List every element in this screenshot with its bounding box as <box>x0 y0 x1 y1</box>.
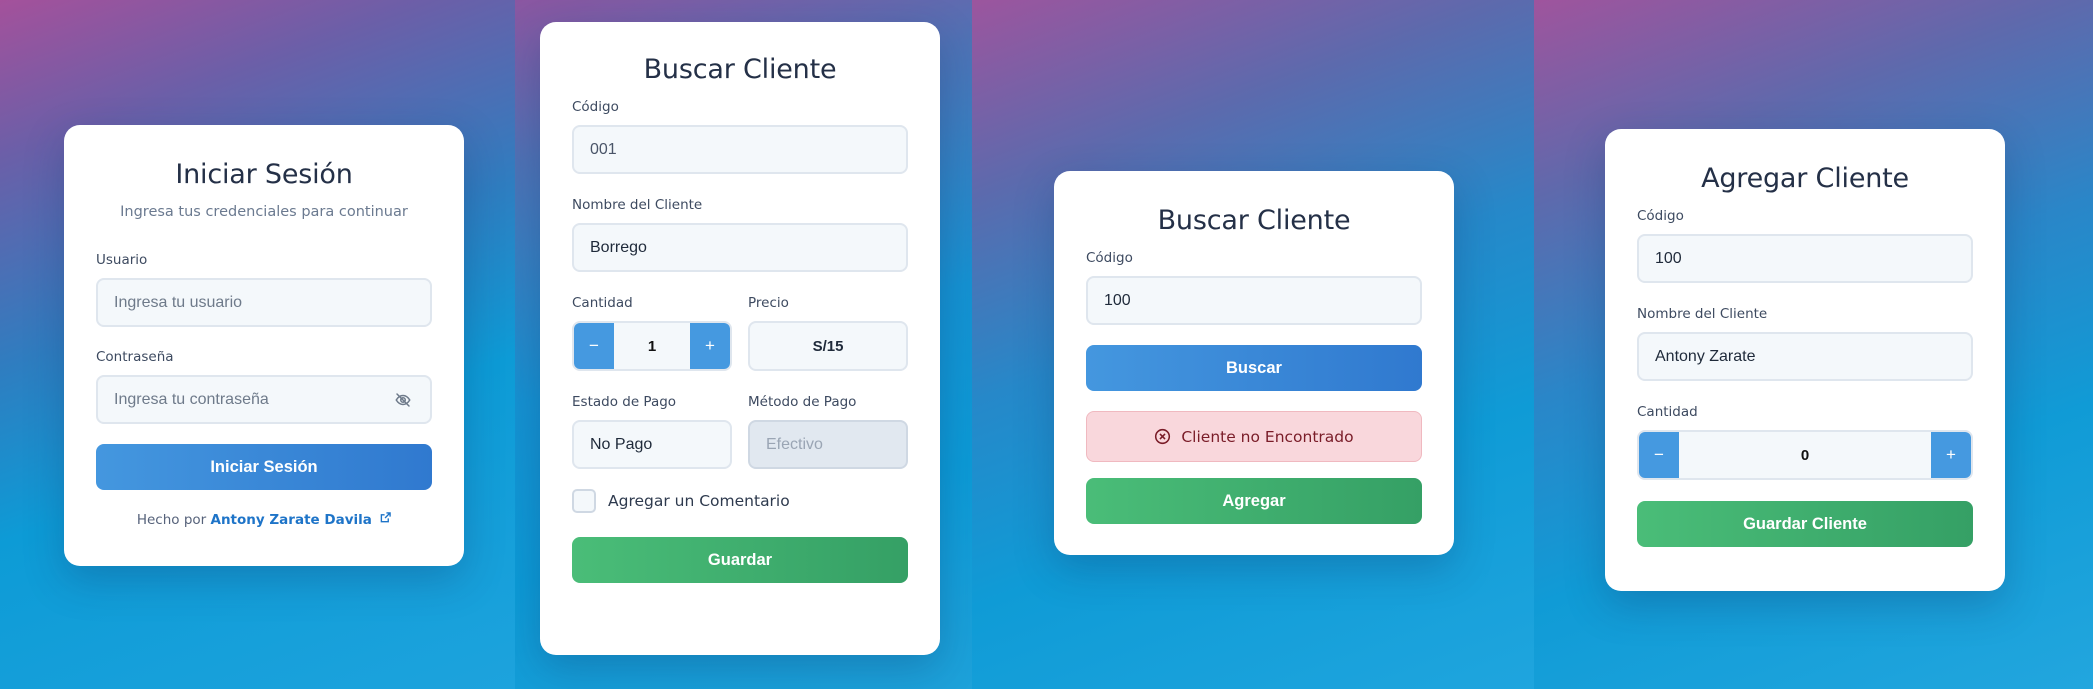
login-subtitle: Ingresa tus credenciales para continuar <box>120 204 408 220</box>
name-label: Nombre del Cliente <box>1637 306 1768 322</box>
login-card: Iniciar Sesión Ingresa tus credenciales … <box>64 125 464 566</box>
search-button[interactable]: Buscar <box>1086 345 1422 391</box>
search-result-card: Buscar Cliente Código 100 Buscar Cliente… <box>1054 171 1454 555</box>
search-edit-panel: Buscar Cliente Código 001 Nombre del Cli… <box>515 0 972 689</box>
quantity-stepper: − 0 + <box>1637 430 1973 480</box>
comment-row: Agregar un Comentario <box>572 489 908 513</box>
quantity-value[interactable]: 0 <box>1679 432 1931 478</box>
footer-prefix: Hecho por <box>136 512 207 528</box>
password-input[interactable]: Ingresa tu contraseña <box>96 375 432 424</box>
pay-method-group: Método de Pago Efectivo <box>748 394 908 469</box>
name-label: Nombre del Cliente <box>572 197 703 213</box>
code-input[interactable]: 100 <box>1637 234 1973 283</box>
price-label: Precio <box>748 295 789 311</box>
quantity-value[interactable]: 1 <box>614 323 690 369</box>
not-found-alert: Cliente no Encontrado <box>1086 411 1422 462</box>
page-title: Buscar Cliente <box>643 54 837 85</box>
code-label: Código <box>572 99 619 115</box>
qty-label: Cantidad <box>1637 404 1698 420</box>
password-placeholder: Ingresa tu contraseña <box>114 390 269 408</box>
login-button[interactable]: Iniciar Sesión <box>96 444 432 490</box>
increment-button[interactable]: + <box>1931 432 1971 478</box>
decrement-button[interactable]: − <box>574 323 614 369</box>
alert-text: Cliente no Encontrado <box>1181 427 1354 446</box>
price-group: Precio S/15 <box>748 295 908 371</box>
qty-price-row: Cantidad − 1 + Precio S/15 <box>572 295 908 371</box>
password-label: Contraseña <box>96 349 174 365</box>
quantity-stepper: − 1 + <box>572 321 732 371</box>
decrement-button[interactable]: − <box>1639 432 1679 478</box>
page-title: Agregar Cliente <box>1701 163 1909 194</box>
login-panel: Iniciar Sesión Ingresa tus credenciales … <box>0 0 515 689</box>
add-client-card: Agregar Cliente Código 100 Nombre del Cl… <box>1605 129 2005 591</box>
pay-status-label: Estado de Pago <box>572 394 677 410</box>
user-label: Usuario <box>96 252 148 268</box>
name-input[interactable]: Borrego <box>572 223 908 272</box>
footer-credit: Hecho por Antony Zarate Davila <box>96 512 432 528</box>
save-button[interactable]: Guardar <box>572 537 908 583</box>
qty-label: Cantidad <box>572 295 633 311</box>
author-link[interactable]: Antony Zarate Davila <box>211 512 372 528</box>
search-edit-card: Buscar Cliente Código 001 Nombre del Cli… <box>540 22 940 655</box>
pay-method-label: Método de Pago <box>748 394 857 410</box>
search-result-panel: Buscar Cliente Código 100 Buscar Cliente… <box>972 0 1534 689</box>
pay-method-select: Efectivo <box>748 420 908 469</box>
comment-checkbox[interactable] <box>572 489 596 513</box>
add-client-panel: Agregar Cliente Código 100 Nombre del Cl… <box>1534 0 2093 689</box>
external-link-icon <box>380 512 391 523</box>
code-label: Código <box>1637 208 1684 224</box>
x-circle-icon <box>1155 428 1171 445</box>
pay-status-group: Estado de Pago No Pago <box>572 394 732 469</box>
pay-status-select[interactable]: No Pago <box>572 420 732 469</box>
username-input[interactable]: Ingresa tu usuario <box>96 278 432 327</box>
code-input[interactable]: 100 <box>1086 276 1422 325</box>
comment-label[interactable]: Agregar un Comentario <box>608 492 790 510</box>
page-title: Buscar Cliente <box>1157 205 1351 236</box>
page-title: Iniciar Sesión <box>175 159 353 190</box>
payment-row: Estado de Pago No Pago Método de Pago Ef… <box>572 394 908 469</box>
add-button[interactable]: Agregar <box>1086 478 1422 524</box>
code-label: Código <box>1086 250 1133 266</box>
code-input[interactable]: 001 <box>572 125 908 174</box>
save-client-button[interactable]: Guardar Cliente <box>1637 501 1973 547</box>
increment-button[interactable]: + <box>690 323 730 369</box>
name-input[interactable]: Antony Zarate <box>1637 332 1973 381</box>
qty-group: Cantidad − 1 + <box>572 295 732 371</box>
price-input[interactable]: S/15 <box>748 321 908 371</box>
eye-slash-icon[interactable] <box>394 391 412 409</box>
